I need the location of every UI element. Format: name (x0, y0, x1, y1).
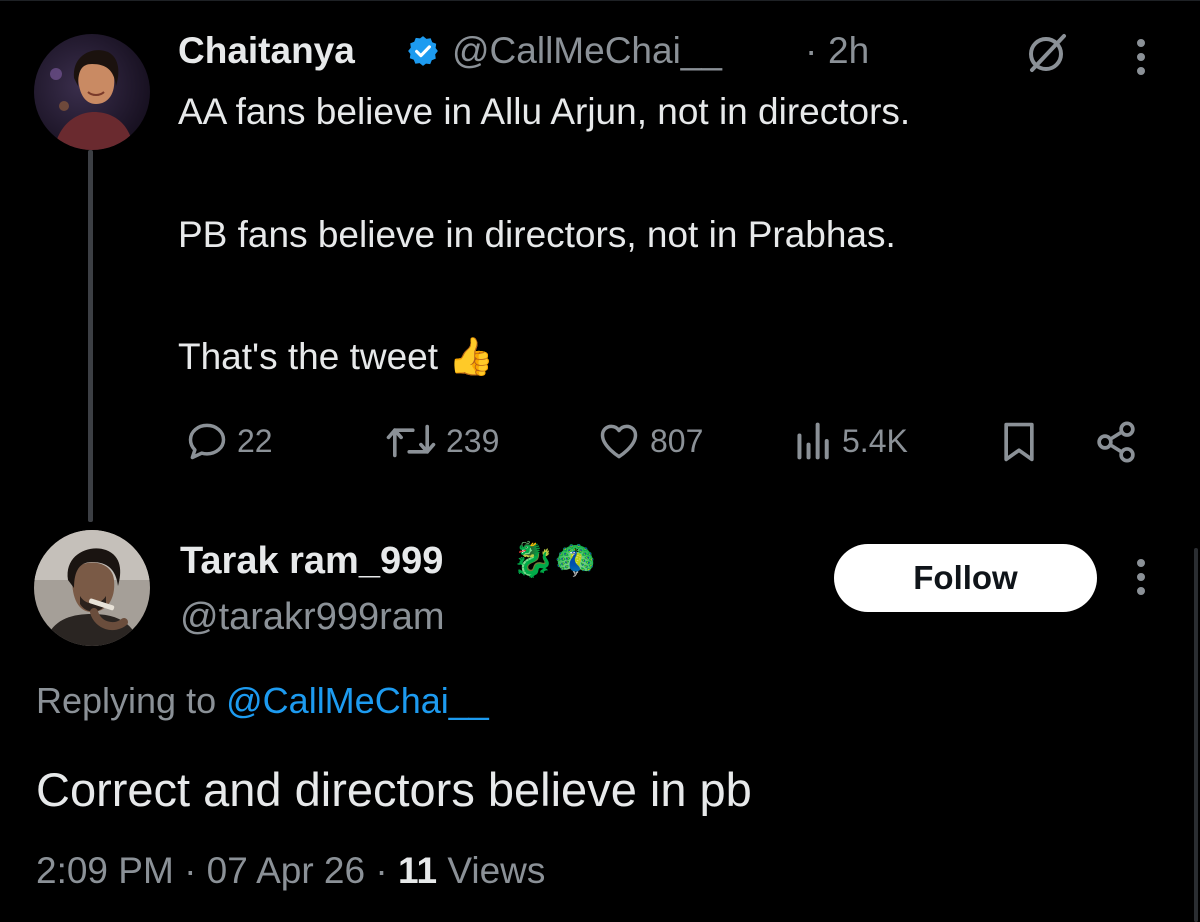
views-action[interactable]: 5.4K (794, 417, 908, 465)
avatar-image (34, 34, 150, 150)
reply-avatar-image (34, 530, 150, 646)
repost-action[interactable]: 239 (384, 417, 499, 465)
thumbs-up-emoji: 👍 (448, 336, 495, 377)
post-time[interactable]: 2h (828, 30, 869, 72)
author-avatar[interactable] (34, 34, 150, 150)
grok-icon[interactable] (1024, 30, 1070, 81)
follow-button[interactable]: Follow (834, 544, 1097, 612)
reply-views-count: 11 (397, 850, 438, 891)
reply-meta: 2:09 PM · 07 Apr 26 · 11 Views (36, 850, 545, 892)
reply-count: 22 (237, 422, 273, 459)
bookmark-icon[interactable] (1000, 420, 1038, 469)
thread-connector-line (88, 150, 93, 522)
repost-icon (386, 424, 436, 458)
reply-author-emojis: 🐉🦚 (512, 541, 597, 579)
top-divider (0, 0, 1200, 1)
reply-more-vertical-icon[interactable] (1133, 558, 1149, 603)
reply-author-avatar[interactable] (34, 530, 150, 646)
reply-icon (188, 423, 226, 460)
author-name[interactable]: Chaitanya (178, 30, 355, 72)
post-text-line-2: PB fans believe in directors, not in Pra… (178, 214, 896, 255)
time-separator: · (805, 30, 818, 71)
reply-text: Correct and directors believe in pb (36, 763, 752, 816)
reply-views-label: Views (437, 850, 546, 891)
reply-author-name[interactable]: Tarak ram_999 (180, 540, 443, 583)
scrollbar[interactable] (1194, 548, 1198, 922)
heart-icon (600, 424, 638, 459)
like-action[interactable]: 807 (596, 417, 703, 465)
reply-action[interactable]: 22 (185, 417, 273, 465)
reply-author-handle[interactable]: @tarakr999ram (180, 596, 445, 639)
verified-badge-icon (406, 34, 440, 73)
replying-to-prefix: Replying to (36, 680, 217, 721)
more-vertical-icon[interactable] (1133, 38, 1149, 83)
repost-count: 239 (446, 422, 500, 459)
reply-timestamp[interactable]: 2:09 PM · 07 Apr 26 · (36, 850, 398, 891)
like-count: 807 (650, 422, 704, 459)
post-text-line-3: That's the tweet 👍 (178, 335, 494, 379)
views-count: 5.4K (842, 422, 908, 459)
views-icon (797, 422, 829, 460)
post-text-line-3-text: That's the tweet (178, 336, 439, 377)
replying-to: Replying to @CallMeChai__ (36, 680, 489, 722)
replying-to-mention[interactable]: @CallMeChai__ (226, 680, 489, 721)
share-icon[interactable] (1094, 420, 1138, 469)
author-handle[interactable]: @CallMeChai__ (452, 30, 722, 72)
post-text-line-1: AA fans believe in Allu Arjun, not in di… (178, 91, 911, 132)
